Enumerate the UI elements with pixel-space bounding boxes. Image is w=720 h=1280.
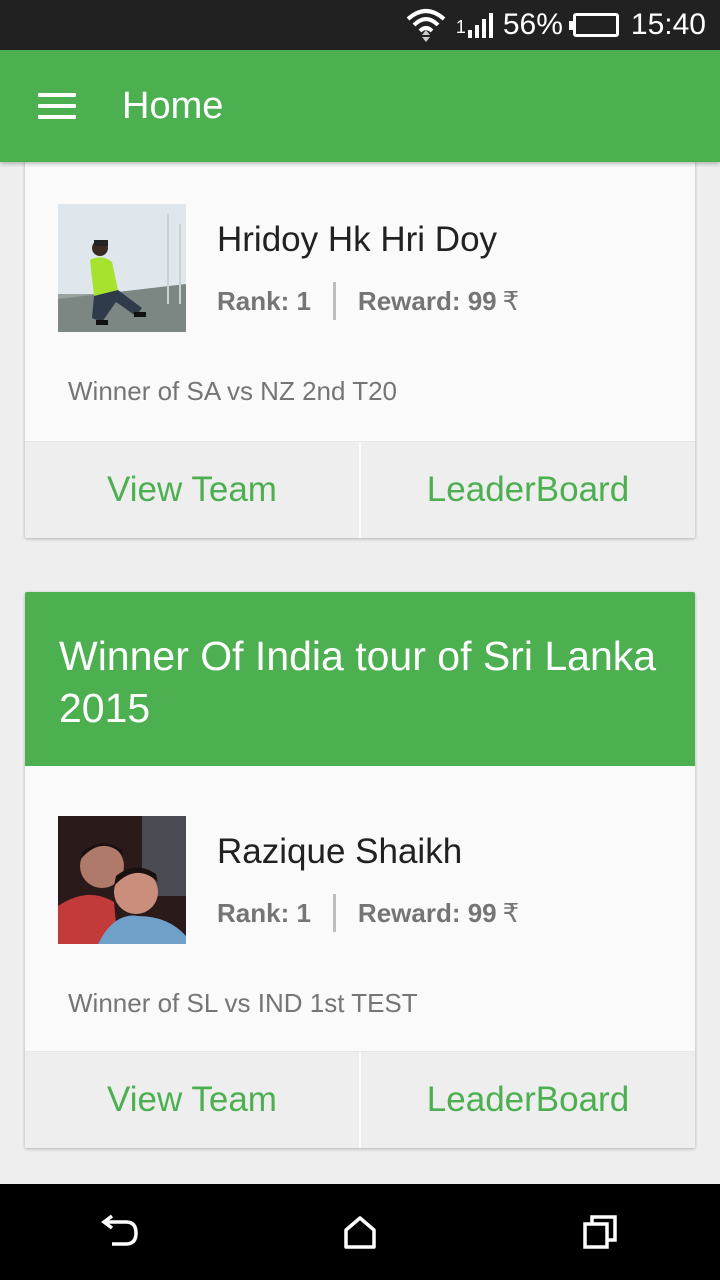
leaderboard-button[interactable]: LeaderBoard (359, 442, 695, 538)
winner-description: Winner of SA vs NZ 2nd T20 (68, 376, 397, 406)
recents-icon[interactable] (550, 1197, 650, 1267)
back-icon[interactable] (70, 1197, 170, 1267)
battery-icon (568, 13, 619, 37)
signal-icon: 1 (456, 12, 493, 38)
leaderboard-button[interactable]: LeaderBoard (359, 1052, 695, 1148)
reward-label: Reward: 99 (357, 285, 497, 316)
wifi-icon (406, 7, 446, 43)
clock: 15:40 (630, 8, 706, 41)
avatar (58, 816, 186, 944)
divider (332, 894, 336, 932)
rank-label: Rank: 1 (217, 897, 311, 928)
battery-percent: 56% (502, 8, 563, 41)
winners-list[interactable]: Hridoy Hk Hri Doy Rank: 1 Reward: 99 ₹ W… (0, 162, 720, 1184)
page-title: Home (122, 84, 224, 127)
rank-label: Rank: 1 (217, 285, 311, 316)
card-actions: View Team LeaderBoard (25, 1051, 695, 1148)
tournament-title: Winner Of India tour of Sri Lanka 2015 (25, 592, 695, 766)
winner-stats: Rank: 1 Reward: 99 ₹ (217, 894, 519, 932)
winner-name: Hridoy Hk Hri Doy (217, 220, 498, 259)
divider (332, 282, 336, 320)
winner-description: Winner of SL vs IND 1st TEST (68, 988, 418, 1018)
home-icon[interactable] (310, 1197, 410, 1267)
card-actions: View Team LeaderBoard (25, 441, 695, 538)
menu-icon[interactable] (38, 93, 76, 119)
avatar (58, 204, 186, 332)
view-team-button[interactable]: View Team (25, 442, 359, 538)
winner-card: Hridoy Hk Hri Doy Rank: 1 Reward: 99 ₹ W… (25, 162, 695, 538)
winner-stats: Rank: 1 Reward: 99 ₹ (217, 282, 519, 320)
winner-card: Winner Of India tour of Sri Lanka 2015 R… (25, 592, 695, 1148)
navigation-bar (0, 1184, 720, 1280)
winner-row: Hridoy Hk Hri Doy Rank: 1 Reward: 99 ₹ (58, 204, 519, 332)
rupee-icon: ₹ (502, 285, 520, 316)
app-bar: Home (0, 50, 720, 162)
status-bar: 1 56% 15:40 (0, 0, 720, 50)
reward-label: Reward: 99 (357, 897, 497, 928)
rupee-icon: ₹ (502, 897, 520, 928)
winner-row: Razique Shaikh Rank: 1 Reward: 99 ₹ (58, 816, 519, 944)
view-team-button[interactable]: View Team (25, 1052, 359, 1148)
winner-name: Razique Shaikh (217, 832, 463, 871)
